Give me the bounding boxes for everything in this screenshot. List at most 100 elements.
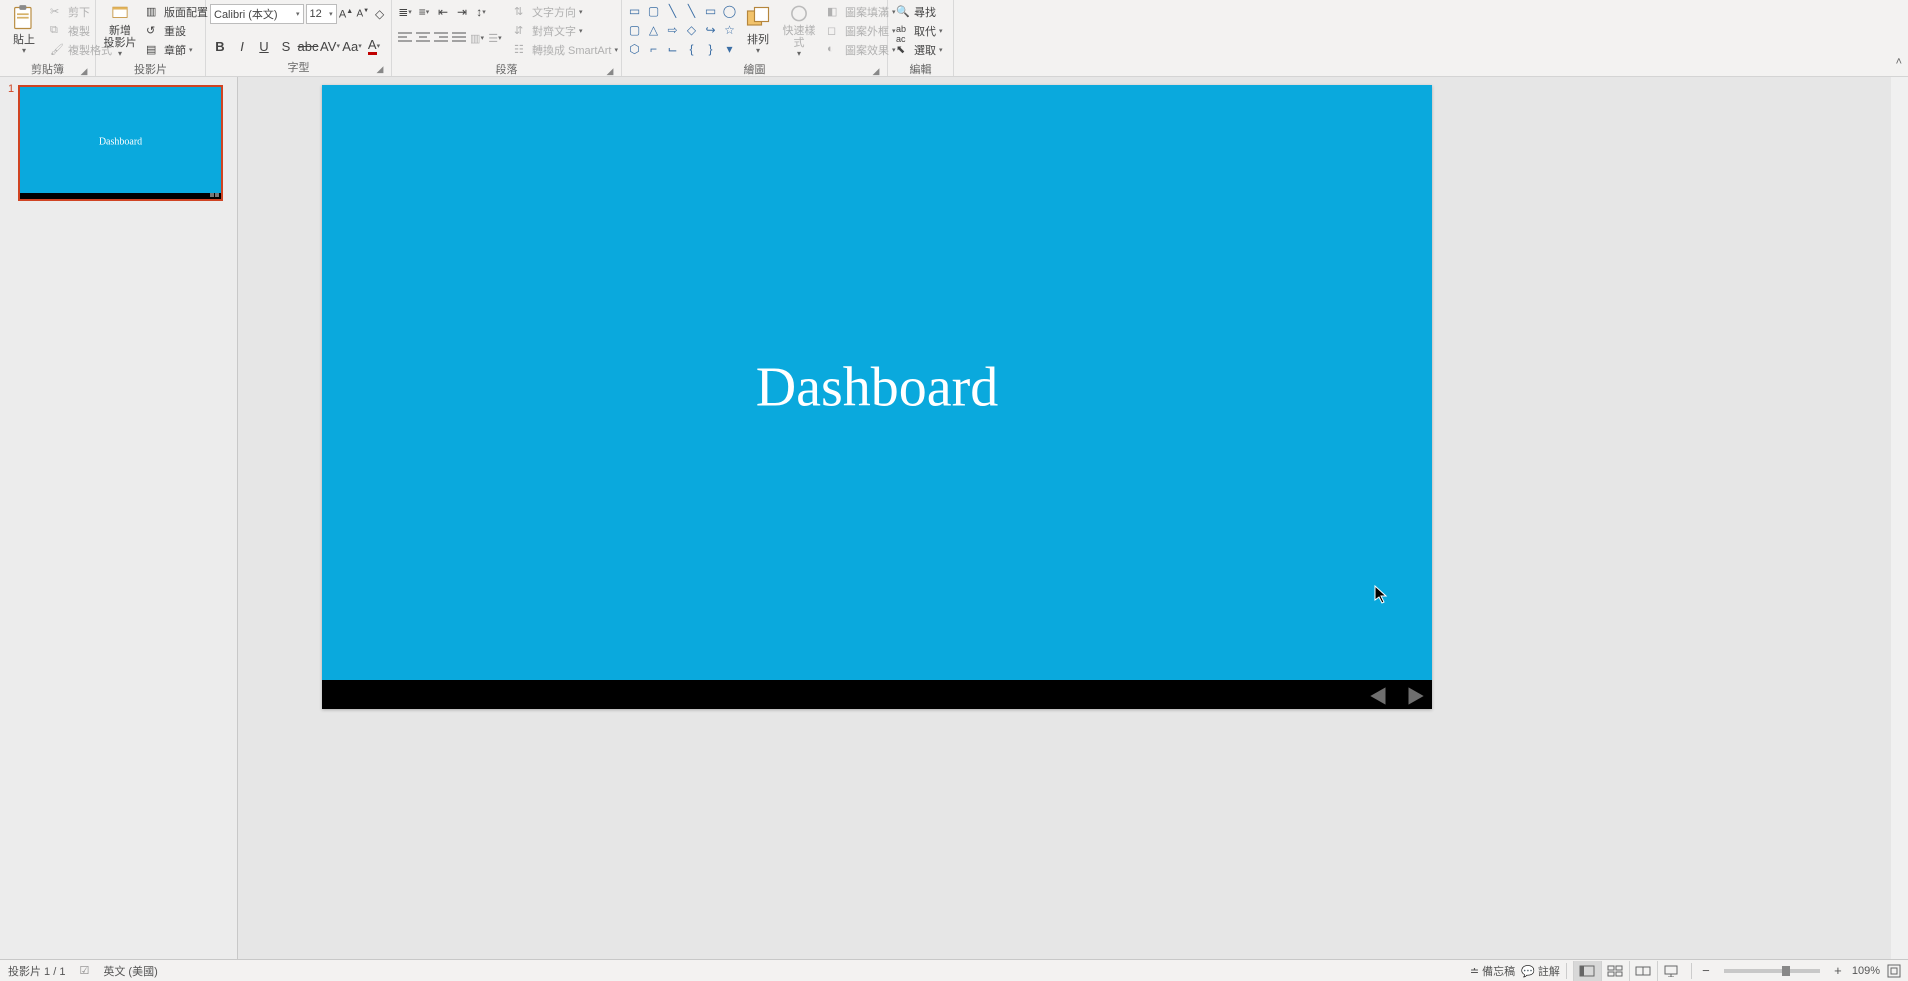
font-color-button[interactable]: A▾ [364,36,384,56]
zoom-out-button[interactable]: − [1698,963,1714,979]
align-center-button[interactable] [414,29,432,47]
thumbnail-panel[interactable]: 1 Dashboard [0,77,238,959]
slide-editor[interactable]: Dashboard [238,77,1908,959]
slide-title-text[interactable]: Dashboard [756,355,999,419]
shrink-font-button[interactable]: A▼ [355,5,370,23]
clear-format-button[interactable]: ◇ [372,5,387,23]
fit-to-window-button[interactable] [1886,963,1902,979]
dialog-launcher-icon[interactable]: ◢ [605,66,615,76]
slide-thumbnail-1[interactable]: 1 Dashboard [10,85,227,201]
inc-indent-button[interactable]: ⇥ [453,3,471,21]
shape-fill-button[interactable]: ◧圖案填滿▾ [825,3,898,21]
shape-lc-icon[interactable]: ⌐ [645,40,662,57]
shape-tri-icon[interactable]: △ [645,21,662,38]
align-left-button[interactable] [396,29,414,47]
prev-arrow-icon[interactable] [1366,685,1392,707]
numbering-button[interactable]: ≡▾ [415,3,433,21]
vertical-scrollbar[interactable] [1891,77,1908,959]
slideshow-view-button[interactable] [1657,961,1685,981]
shape-rect2-icon[interactable]: ▭ [702,2,719,19]
align-text-button[interactable]: ⇵對齊文字▾ [512,22,620,40]
dialog-launcher-icon[interactable]: ◢ [871,66,881,76]
underline-button[interactable]: U [254,36,274,56]
shape-rect-icon[interactable]: ▢ [645,2,662,19]
quick-styles-button[interactable]: 快速樣式 ▾ [777,2,821,60]
line-spacing-button[interactable]: ↕▾ [472,3,490,21]
smartart-button[interactable]: ☷轉換成 SmartArt▾ [512,41,620,59]
shape-oval-icon[interactable]: ◯ [721,2,738,19]
paste-button[interactable]: 貼上 ▾ [4,2,44,60]
reading-view-icon [1635,965,1651,977]
distribute-button[interactable]: ☰▾ [486,29,504,47]
shape-dia-icon[interactable]: ◇ [683,21,700,38]
zoom-slider[interactable] [1724,969,1820,973]
shape-arrow2-icon[interactable]: ↪ [702,21,719,38]
reading-view-button[interactable] [1629,961,1657,981]
shadow-button[interactable]: S [276,36,296,56]
font-size-combo[interactable]: 12▾ [306,4,337,24]
select-button[interactable]: ⬉選取▾ [894,41,945,59]
bold-icon: B [215,39,224,54]
shape-line2-icon[interactable]: ╲ [683,2,700,19]
paste-label: 貼上 [13,34,35,46]
normal-view-button[interactable] [1573,961,1601,981]
shape-rc-icon[interactable]: ⌙ [664,40,681,57]
shape-rrect-icon[interactable]: ▢ [626,21,643,38]
dialog-launcher-icon[interactable]: ◢ [79,66,89,76]
zoom-level[interactable]: 109% [1852,965,1880,977]
replace-button[interactable]: abac取代▾ [894,22,945,40]
shape-effects-button[interactable]: ◐圖案效果▾ [825,41,898,59]
arrange-button[interactable]: 排列 ▾ [741,2,775,60]
bucket-icon: ◧ [827,5,842,20]
shapes-gallery[interactable]: ▭ ▢ ╲ ╲ ▭ ◯ ▢ △ ⇨ ◇ ↪ ☆ ⬡ ⌐ ⌙ { } ▾ [626,2,739,60]
italic-button[interactable]: I [232,36,252,56]
sorter-view-icon [1607,965,1623,977]
font-color-icon: A [368,37,377,55]
thumbnail-number: 1 [8,83,14,95]
justify-button[interactable] [450,29,468,47]
shape-line-icon[interactable]: ╲ [664,2,681,19]
align-right-button[interactable] [432,29,450,47]
shape-outline-button[interactable]: ◻圖案外框▾ [825,22,898,40]
text-direction-button[interactable]: ⇅文字方向▾ [512,3,620,21]
collapse-ribbon-button[interactable]: ˄ [1896,56,1902,68]
zoom-slider-thumb[interactable] [1782,966,1790,976]
quick-styles-icon [785,4,813,23]
char-spacing-button[interactable]: AV▾ [320,36,340,56]
new-slide-button[interactable]: 新增 投影片 ▾ [100,2,140,60]
language-indicator[interactable]: 英文 (美國) [103,963,157,979]
bold-button[interactable]: B [210,36,230,56]
text-direction-icon: ⇅ [514,5,529,20]
outline-icon: ◻ [827,24,842,39]
zoom-in-button[interactable]: + [1830,963,1846,979]
shape-lb-icon[interactable]: { [683,40,700,57]
shape-hex-icon[interactable]: ⬡ [626,40,643,57]
slide-counter[interactable]: 投影片 1 / 1 [8,963,65,979]
grow-font-icon: A▲ [339,8,353,21]
shape-rb-icon[interactable]: } [702,40,719,57]
comments-button[interactable]: 💬 註解 [1521,963,1560,979]
dec-indent-button[interactable]: ⇤ [434,3,452,21]
grow-font-button[interactable]: A▲ [339,5,354,23]
shape-arrow-icon[interactable]: ⇨ [664,21,681,38]
next-arrow-icon[interactable] [1402,685,1428,707]
align-left-icon [398,32,412,44]
dialog-launcher-icon[interactable]: ◢ [375,64,385,74]
strike-button[interactable]: abc [298,36,318,56]
paste-icon [10,4,38,32]
shape-textbox-icon[interactable]: ▭ [626,2,643,19]
spell-check-icon[interactable]: ☑ [79,964,89,977]
find-button[interactable]: 🔍尋找 [894,3,945,21]
sorter-view-button[interactable] [1601,961,1629,981]
notes-button[interactable]: ≐ 備忘稿 [1470,963,1515,979]
slide-canvas[interactable]: Dashboard [322,85,1432,709]
caret-icon: ▾ [22,46,26,55]
group-paragraph: ≣▾ ≡▾ ⇤ ⇥ ↕▾ ▥▾ ☰▾ ⇅文字方向▾ ⇵對齊文字▾ [392,0,622,76]
shape-more-icon[interactable]: ▾ [721,40,738,57]
separator [1691,963,1692,979]
columns-button[interactable]: ▥▾ [468,29,486,47]
change-case-button[interactable]: Aa▾ [342,36,362,56]
font-name-combo[interactable]: Calibri (本文)▾ [210,4,304,24]
shape-star-icon[interactable]: ☆ [721,21,738,38]
bullets-button[interactable]: ≣▾ [396,3,414,21]
